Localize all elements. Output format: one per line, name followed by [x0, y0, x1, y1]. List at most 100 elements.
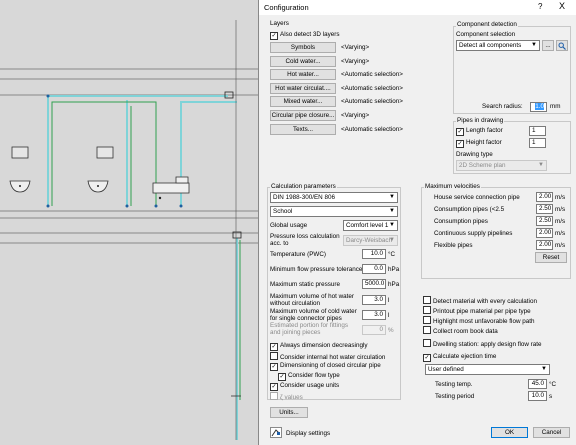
temperature-unit: °C: [388, 251, 396, 258]
checkbox-box: ✓: [270, 363, 278, 371]
dwelling-station-label: Dwelling station: apply design flow rate: [433, 341, 542, 348]
configuration-dialog: Configuration ? X Layers ✓ Also detect 3D…: [258, 0, 576, 445]
height-factor-checkbox[interactable]: ✓ Height factor: [456, 139, 502, 148]
consider-flow-type-label: Consider flow type: [288, 372, 340, 379]
hot-water-button[interactable]: Hot water...: [270, 69, 336, 80]
testing-period-field[interactable]: 10.0: [528, 391, 547, 401]
chevron-down-icon: ▼: [531, 42, 537, 48]
height-factor-field[interactable]: 1: [529, 138, 546, 148]
checkbox-box: [270, 352, 278, 360]
velocity-continuous-field[interactable]: 2.00: [536, 228, 553, 238]
display-settings-label: Display settings: [286, 430, 331, 437]
circular-pipe-closure-value: <Varying>: [341, 112, 370, 119]
close-button[interactable]: X: [559, 1, 565, 11]
checkbox-box: [423, 326, 431, 334]
cold-water-value: <Varying>: [341, 58, 370, 65]
checkbox-box: [423, 306, 431, 314]
velocity-flexible-field[interactable]: 2.00: [536, 240, 553, 250]
units-button[interactable]: Units...: [270, 407, 308, 418]
checkbox-box: [423, 296, 431, 304]
printout-material-label: Printout pipe material per pipe type: [433, 308, 531, 315]
chevron-down-icon: ▼: [389, 237, 395, 243]
max-hot-water-field[interactable]: 3.0: [362, 295, 386, 305]
hot-water-circulation-value: <Automatic selection>: [341, 85, 403, 92]
testing-temp-field[interactable]: 45.0: [528, 379, 547, 389]
max-cold-water-label: Maximum volume of cold water for single …: [270, 308, 357, 322]
reset-button[interactable]: Reset: [535, 252, 567, 263]
max-static-pressure-label: Maximum static pressure: [270, 281, 340, 288]
texts-button[interactable]: Texts...: [270, 124, 336, 135]
consider-usage-units-checkbox[interactable]: ✓ Consider usage units: [270, 382, 339, 391]
ejection-time-checkbox[interactable]: ✓ Calculate ejection time: [423, 353, 496, 362]
checkbox-box: ✓: [270, 343, 278, 351]
ejection-time-label: Calculate ejection time: [433, 353, 497, 360]
ok-button[interactable]: OK: [491, 427, 528, 438]
search-radius-field[interactable]: 1.0: [530, 102, 547, 112]
circular-pipe-closure-button[interactable]: Circular pipe closure...: [270, 110, 336, 121]
global-usage-select[interactable]: Comfort level 1 ▼: [343, 220, 398, 231]
min-flow-pressure-field[interactable]: 0.0: [362, 264, 386, 274]
display-settings-button[interactable]: [270, 427, 282, 438]
closed-circular-pipe-checkbox[interactable]: ✓ Dimensioning of closed circular pipe: [270, 362, 381, 371]
closed-circular-pipe-label: Dimensioning of closed circular pipe: [280, 362, 381, 369]
max-static-pressure-unit: hPa: [388, 281, 400, 288]
search-radius-label: Search radius:: [482, 103, 523, 110]
consider-flow-type-checkbox[interactable]: ✓ Consider flow type: [278, 372, 340, 381]
estimated-portion-label: Estimated portion for fittings and joini…: [270, 322, 349, 336]
cad-drawing-area[interactable]: [0, 0, 258, 445]
drawing-type-select[interactable]: 2D Scheme plan ▼: [456, 160, 547, 171]
search-icon: [558, 42, 566, 50]
dwelling-station-checkbox[interactable]: Dwelling station: apply design flow rate: [423, 339, 542, 349]
symbols-button[interactable]: Symbols: [270, 42, 336, 53]
velocity-house-service-field[interactable]: 2.00: [536, 192, 553, 202]
layers-group-label: Layers: [270, 20, 289, 27]
search-component-button[interactable]: [556, 40, 568, 51]
velocity-consumption-label: Consumption pipes: [434, 218, 488, 225]
testing-temp-unit: °C: [549, 381, 557, 388]
velocity-continuous-unit: m/s: [555, 230, 566, 237]
velocity-consumption-field[interactable]: 2.50: [536, 216, 553, 226]
temperature-field[interactable]: 10.0: [362, 249, 386, 259]
max-hot-water-unit: l: [388, 297, 390, 304]
ejection-mode-select[interactable]: User defined ▼: [425, 364, 550, 375]
length-factor-field[interactable]: 1: [529, 126, 546, 136]
search-radius-unit: mm: [550, 103, 561, 110]
always-dimension-label: Always dimension decreasingly: [280, 342, 368, 349]
pressure-loss-select[interactable]: Darcy-Weisbach ▼: [343, 235, 398, 246]
velocity-continuous-label: Continuous supply pipelines: [434, 230, 513, 237]
internal-hot-water-checkbox[interactable]: Consider internal hot water circulation: [270, 352, 385, 362]
calculation-parameters-label: Calculation parameters: [270, 183, 337, 190]
printout-material-checkbox[interactable]: Printout pipe material per pipe type: [423, 306, 531, 316]
display-settings-icon: [271, 429, 280, 437]
highlight-flow-path-checkbox[interactable]: Highlight most unfavorable flow path: [423, 316, 535, 326]
chevron-down-icon: ▼: [389, 194, 395, 200]
height-factor-label: Height factor: [466, 139, 502, 146]
component-selection-value: Detect all components: [459, 42, 522, 49]
texts-value: <Automatic selection>: [341, 126, 403, 133]
detect-material-checkbox[interactable]: Detect material with every calculation: [423, 296, 537, 306]
max-static-pressure-field[interactable]: 5000.0: [362, 279, 386, 289]
global-usage-value: Comfort level 1: [346, 222, 389, 229]
component-selection-select[interactable]: Detect all components ▼: [456, 40, 540, 51]
min-flow-pressure-label: Minimum flow pressure tolerance: [270, 266, 363, 273]
mixed-water-button[interactable]: Mixed water...: [270, 96, 336, 107]
also-detect-3d-checkbox[interactable]: ✓ Also detect 3D layers: [270, 31, 340, 40]
velocity-consumption-small-field[interactable]: 2.50: [536, 204, 553, 214]
estimated-portion-field[interactable]: 0: [362, 325, 386, 335]
hot-water-circulation-button[interactable]: Hot water circulat....: [270, 83, 336, 94]
cancel-button[interactable]: Cancel: [533, 427, 570, 438]
cold-water-button[interactable]: Cold water...: [270, 56, 336, 67]
help-button[interactable]: ?: [538, 2, 542, 11]
room-book-checkbox[interactable]: Collect room book data: [423, 326, 498, 336]
building-type-select[interactable]: School ▼: [270, 206, 398, 217]
component-more-button[interactable]: ...: [542, 40, 554, 51]
chevron-down-icon: ▼: [389, 208, 395, 214]
velocity-consumption-small-label: Consumption pipes (<2.5: [434, 206, 505, 213]
highlight-flow-path-label: Highlight most unfavorable flow path: [433, 318, 535, 325]
zeta-values-checkbox[interactable]: ζ values: [270, 392, 303, 402]
standard-select[interactable]: DIN 1988-300/EN 806 ▼: [270, 192, 398, 203]
consider-usage-units-label: Consider usage units: [280, 382, 340, 389]
always-dimension-checkbox[interactable]: ✓ Always dimension decreasingly: [270, 342, 368, 351]
length-factor-checkbox[interactable]: ✓ Length factor: [456, 127, 503, 136]
max-cold-water-field[interactable]: 3.0: [362, 310, 386, 320]
